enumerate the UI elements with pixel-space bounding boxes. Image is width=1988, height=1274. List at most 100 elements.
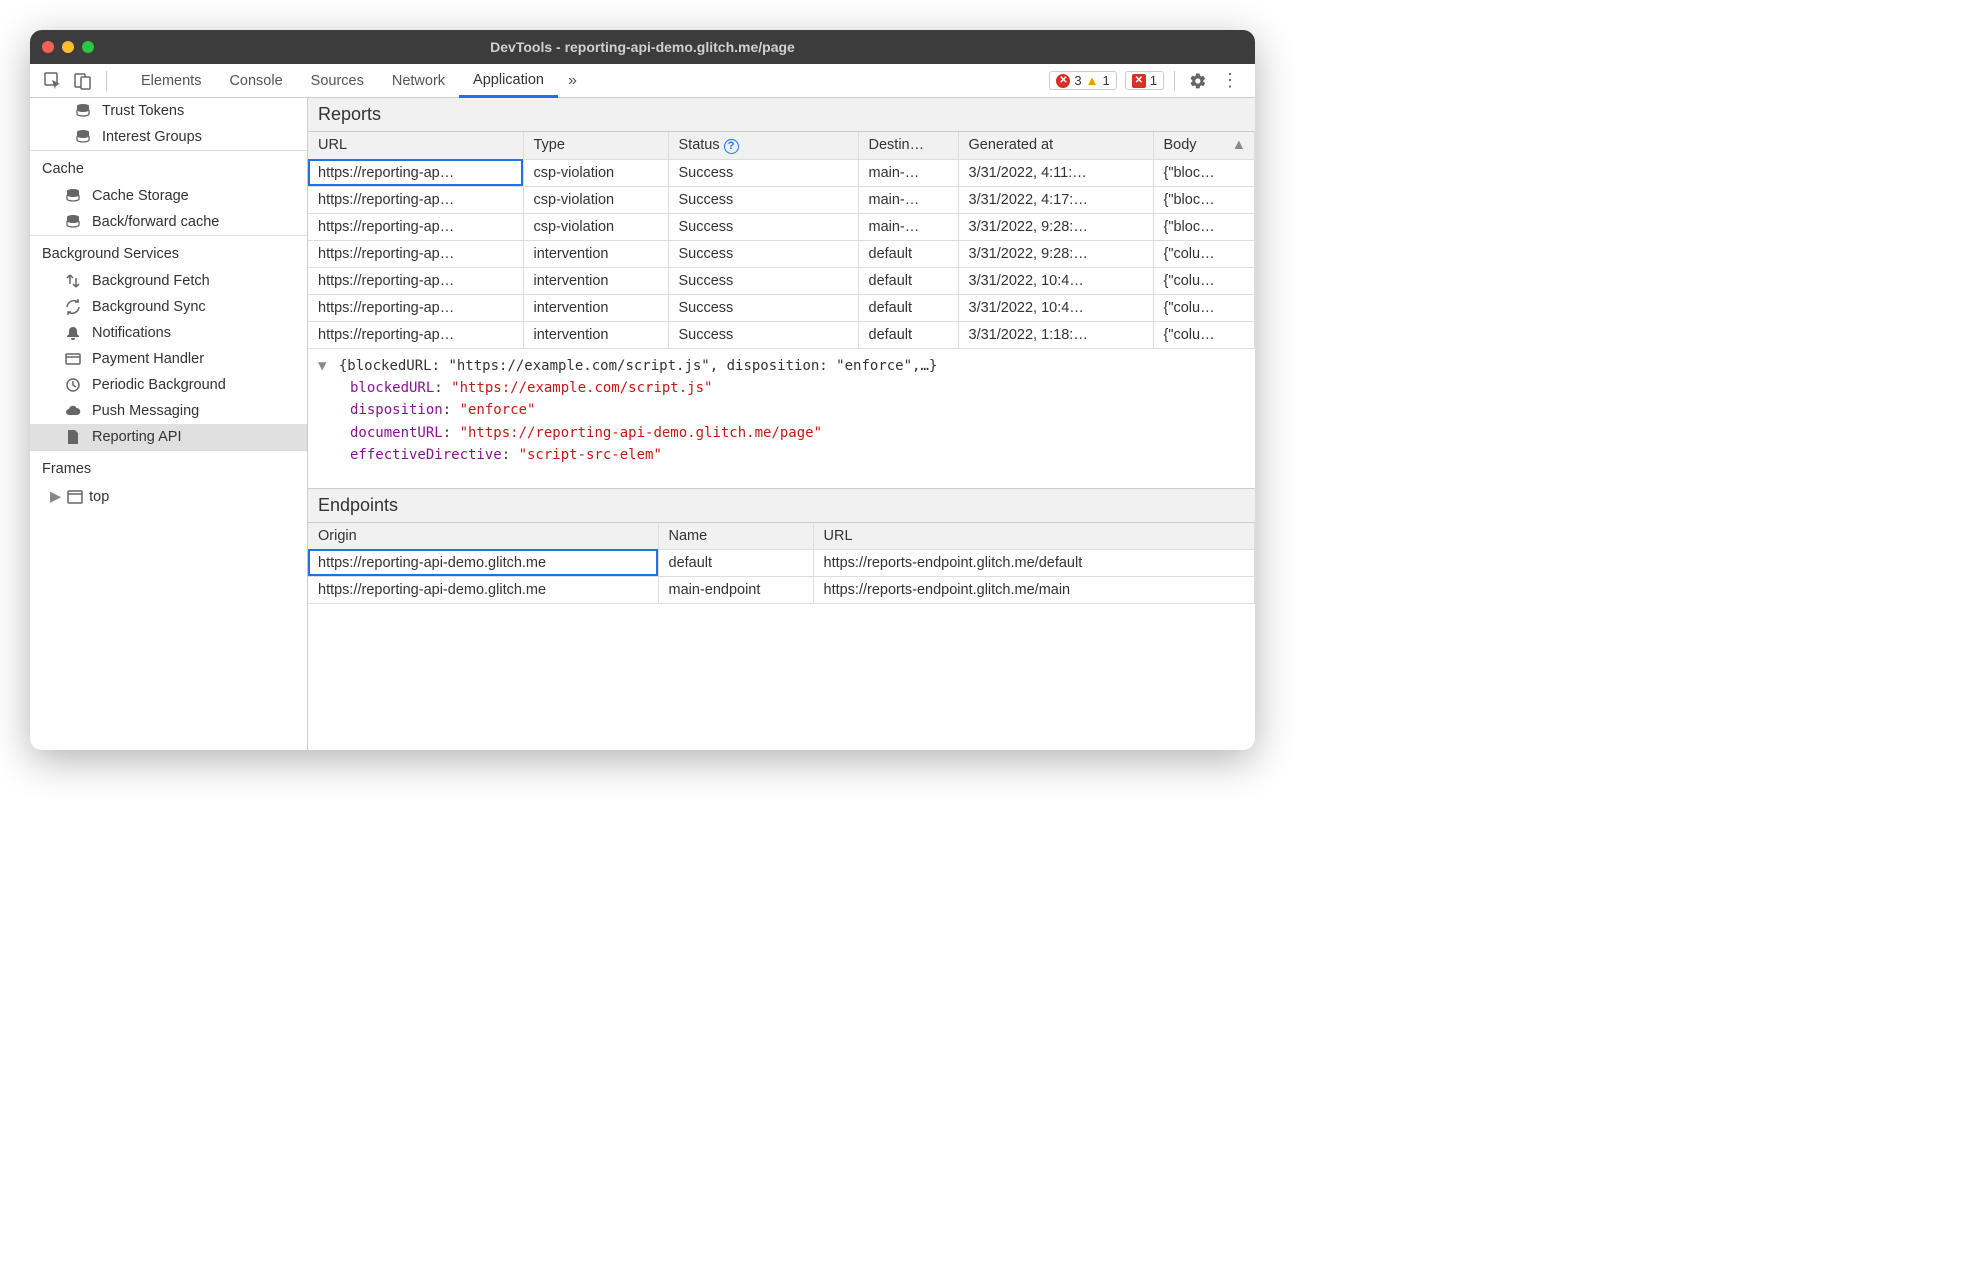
report-row[interactable]: https://reporting-ap…csp-violationSucces… <box>308 159 1255 186</box>
detail-prop: disposition: "enforce" <box>318 399 1245 421</box>
col-generated-at[interactable]: Generated at <box>958 132 1153 159</box>
endpoint-cell-origin: https://reporting-api-demo.glitch.me <box>308 576 658 603</box>
report-cell-body: {"bloc… <box>1153 159 1255 186</box>
report-cell-gen: 3/31/2022, 4:11:… <box>958 159 1153 186</box>
report-row[interactable]: https://reporting-ap…csp-violationSucces… <box>308 213 1255 240</box>
sidebar-label: Back/forward cache <box>92 214 219 230</box>
report-cell-gen: 3/31/2022, 4:17:… <box>958 186 1153 213</box>
report-cell-dest: default <box>858 267 958 294</box>
document-icon <box>64 428 82 446</box>
endpoint-cell-name: main-endpoint <box>658 576 813 603</box>
sidebar-item-interest-groups[interactable]: Interest Groups <box>30 124 307 150</box>
col-origin[interactable]: Origin <box>308 523 658 550</box>
endpoints-header-row: Origin Name URL <box>308 523 1255 550</box>
sidebar-label: Push Messaging <box>92 403 199 419</box>
col-endpoint-url[interactable]: URL <box>813 523 1255 550</box>
report-cell-body: {"colu… <box>1153 267 1255 294</box>
endpoint-cell-origin: https://reporting-api-demo.glitch.me <box>308 549 658 576</box>
report-cell-url: https://reporting-ap… <box>308 159 523 186</box>
sidebar-item-frame-top[interactable]: ▶ top <box>30 483 307 509</box>
col-destination[interactable]: Destin… <box>858 132 958 159</box>
sidebar-item-periodic-bg[interactable]: Periodic Background <box>30 372 307 398</box>
zoom-window-button[interactable] <box>82 41 94 53</box>
reports-header-row: URL Type Status? Destin… Generated at Bo… <box>308 132 1255 159</box>
tab-network[interactable]: Network <box>378 64 459 97</box>
application-sidebar: Trust Tokens Interest Groups Cache Cache… <box>30 98 308 750</box>
more-options-icon[interactable]: ⋮ <box>1215 70 1245 91</box>
expand-triangle-icon[interactable]: ▶ <box>50 489 61 505</box>
warning-icon: ▲ <box>1086 73 1099 88</box>
sidebar-item-cache-storage[interactable]: Cache Storage <box>30 183 307 209</box>
database-icon <box>64 187 82 205</box>
report-cell-body: {"colu… <box>1153 240 1255 267</box>
minimize-window-button[interactable] <box>62 41 74 53</box>
close-window-button[interactable] <box>42 41 54 53</box>
endpoint-row[interactable]: https://reporting-api-demo.glitch.memain… <box>308 576 1255 603</box>
report-cell-status: Success <box>668 321 858 348</box>
detail-summary-row[interactable]: ▼ {blockedURL: "https://example.com/scri… <box>318 355 1245 377</box>
sidebar-item-reporting-api[interactable]: Reporting API <box>30 424 307 450</box>
sidebar-label: Background Sync <box>92 299 206 315</box>
card-icon <box>64 350 82 368</box>
report-cell-type: csp-violation <box>523 159 668 186</box>
report-row[interactable]: https://reporting-ap…interventionSuccess… <box>308 267 1255 294</box>
col-name[interactable]: Name <box>658 523 813 550</box>
content-pane: Reports URL Type Status? Destin… Generat… <box>308 98 1255 750</box>
report-row[interactable]: https://reporting-ap…interventionSuccess… <box>308 321 1255 348</box>
database-icon <box>74 102 92 120</box>
help-icon[interactable]: ? <box>724 139 739 154</box>
sidebar-label: Interest Groups <box>102 129 202 145</box>
detail-prop: blockedURL: "https://example.com/script.… <box>318 377 1245 399</box>
report-cell-body: {"colu… <box>1153 321 1255 348</box>
report-cell-dest: default <box>858 240 958 267</box>
sidebar-item-payment-handler[interactable]: Payment Handler <box>30 346 307 372</box>
sidebar-item-bfcache[interactable]: Back/forward cache <box>30 209 307 235</box>
report-cell-type: csp-violation <box>523 186 668 213</box>
sidebar-item-background-sync[interactable]: Background Sync <box>30 294 307 320</box>
settings-icon[interactable] <box>1185 68 1211 94</box>
tab-application[interactable]: Application <box>459 65 558 98</box>
issue-icon: ✕ <box>1132 74 1146 88</box>
sidebar-label: Reporting API <box>92 429 181 445</box>
sidebar-label: Trust Tokens <box>102 103 184 119</box>
sidebar-item-notifications[interactable]: Notifications <box>30 320 307 346</box>
status-badges: ✕ 3 ▲ 1 ✕ 1 <box>1049 71 1164 90</box>
report-cell-type: intervention <box>523 240 668 267</box>
tab-elements[interactable]: Elements <box>127 64 215 97</box>
report-cell-gen: 3/31/2022, 10:4… <box>958 267 1153 294</box>
report-row[interactable]: https://reporting-ap…csp-violationSucces… <box>308 186 1255 213</box>
sidebar-item-background-fetch[interactable]: Background Fetch <box>30 268 307 294</box>
sidebar-item-push-messaging[interactable]: Push Messaging <box>30 398 307 424</box>
frame-label: top <box>89 489 109 505</box>
col-status[interactable]: Status? <box>668 132 858 159</box>
report-cell-gen: 3/31/2022, 10:4… <box>958 294 1153 321</box>
report-detail-pane: ▼ {blockedURL: "https://example.com/scri… <box>308 349 1255 489</box>
sidebar-item-trust-tokens[interactable]: Trust Tokens <box>30 98 307 124</box>
col-type[interactable]: Type <box>523 132 668 159</box>
collapse-triangle-icon[interactable]: ▼ <box>318 358 326 374</box>
issues-badge[interactable]: ✕ 1 <box>1125 71 1164 90</box>
report-row[interactable]: https://reporting-ap…interventionSuccess… <box>308 240 1255 267</box>
endpoint-cell-name: default <box>658 549 813 576</box>
tab-sources[interactable]: Sources <box>297 64 378 97</box>
sidebar-label: Notifications <box>92 325 171 341</box>
col-url[interactable]: URL <box>308 132 523 159</box>
tab-console[interactable]: Console <box>215 64 296 97</box>
device-toolbar-icon[interactable] <box>70 68 96 94</box>
more-tabs-icon[interactable]: » <box>558 72 587 90</box>
report-cell-body: {"bloc… <box>1153 213 1255 240</box>
window-icon <box>67 489 83 505</box>
transfer-icon <box>64 272 82 290</box>
console-errors-badge[interactable]: ✕ 3 ▲ 1 <box>1049 71 1116 90</box>
sidebar-label: Cache Storage <box>92 188 189 204</box>
report-cell-dest: default <box>858 321 958 348</box>
separator <box>106 71 107 91</box>
devtools-toolbar: Elements Console Sources Network Applica… <box>30 64 1255 98</box>
report-row[interactable]: https://reporting-ap…interventionSuccess… <box>308 294 1255 321</box>
report-cell-status: Success <box>668 267 858 294</box>
endpoint-row[interactable]: https://reporting-api-demo.glitch.medefa… <box>308 549 1255 576</box>
reports-table: URL Type Status? Destin… Generated at Bo… <box>308 132 1255 349</box>
report-cell-gen: 3/31/2022, 1:18:… <box>958 321 1153 348</box>
col-body[interactable]: Body▲ <box>1153 132 1255 159</box>
inspect-element-icon[interactable] <box>40 68 66 94</box>
